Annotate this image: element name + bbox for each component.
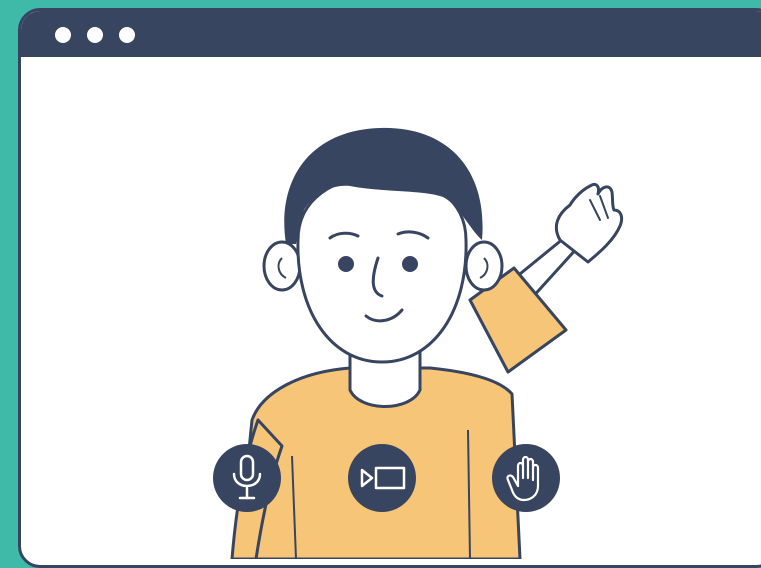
camera-button[interactable] [348,444,416,512]
person-head [284,127,483,364]
video-feed-illustration [213,127,624,559]
raise-hand-button[interactable] [492,444,560,512]
person-eye-left [338,256,354,272]
microphone-button[interactable] [213,444,281,512]
person-eye-right [402,256,418,272]
